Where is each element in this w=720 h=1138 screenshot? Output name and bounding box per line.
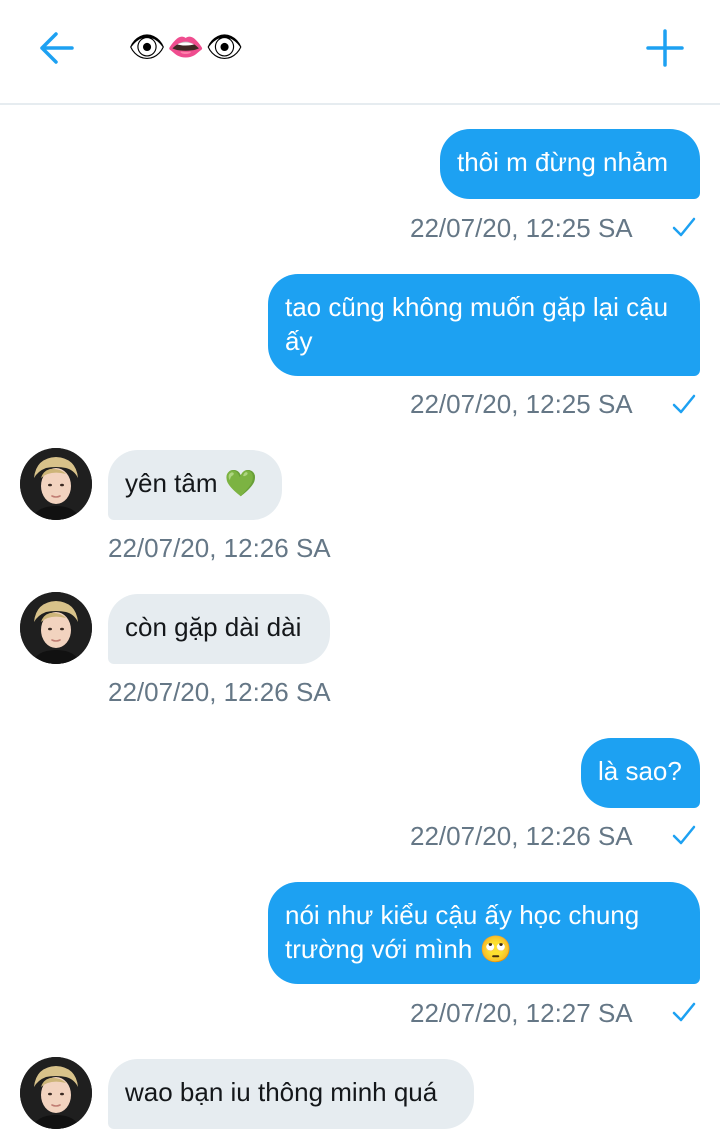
- check-icon: [672, 217, 696, 237]
- message-bubble-incoming[interactable]: yên tâm 💚: [108, 450, 282, 520]
- message-timestamp: 22/07/20, 12:26 SA: [108, 677, 331, 707]
- message-bubble-incoming[interactable]: wao bạn iu thông minh quá: [108, 1059, 474, 1129]
- avatar[interactable]: [20, 1057, 92, 1129]
- message-timestamp: 22/07/20, 12:26 SA: [410, 821, 633, 851]
- top-bar: 👁👄👁: [0, 0, 720, 105]
- message-bubble-incoming[interactable]: còn gặp dài dài: [108, 594, 330, 664]
- conversation-title: 👁👄👁: [128, 30, 245, 65]
- message-timestamp: 22/07/20, 12:26 SA: [108, 533, 331, 563]
- avatar[interactable]: [20, 592, 92, 664]
- message-timestamp: 22/07/20, 12:25 SA: [410, 389, 633, 419]
- arrow-left-icon: [40, 32, 74, 64]
- message-bubble-outgoing[interactable]: là sao?: [581, 738, 700, 808]
- check-icon: [672, 394, 696, 414]
- message-bubble-outgoing[interactable]: tao cũng không muốn gặp lại cậu ấy: [268, 274, 700, 376]
- avatar[interactable]: [20, 448, 92, 520]
- check-icon: [672, 825, 696, 845]
- message-bubble-outgoing[interactable]: thôi m đừng nhảm: [440, 129, 700, 199]
- message-bubble-outgoing[interactable]: nói như kiểu cậu ấy học chung trường với…: [268, 882, 700, 984]
- new-message-button[interactable]: [640, 24, 690, 72]
- check-icon: [672, 1002, 696, 1022]
- message-timestamp: 22/07/20, 12:25 SA: [410, 213, 633, 243]
- message-timestamp: 22/07/20, 12:27 SA: [410, 998, 633, 1028]
- plus-icon: [646, 29, 684, 67]
- back-button[interactable]: [30, 24, 82, 72]
